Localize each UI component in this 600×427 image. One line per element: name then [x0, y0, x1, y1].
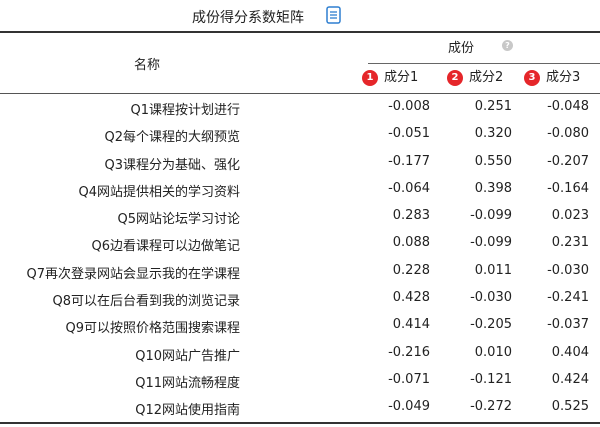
cell-value: -0.064 — [388, 180, 430, 196]
copy-document-icon[interactable] — [326, 6, 342, 24]
row-name: Q3课程分为基础、强化 — [104, 157, 240, 173]
cell-value: -0.216 — [388, 344, 430, 360]
cell-value: 0.023 — [551, 208, 589, 224]
row-name: Q12网站使用指南 — [135, 403, 240, 419]
column-header-1: 1 成分1 — [362, 68, 418, 88]
row-name: Q6边看课程可以边做笔记 — [91, 239, 240, 255]
table-row: Q10网站广告推广 -0.216 0.010 0.404 — [0, 340, 600, 367]
row-name: Q2每个课程的大纲预览 — [104, 130, 240, 146]
cell-value: 0.011 — [474, 262, 512, 278]
table-row: Q4网站提供相关的学习资料 -0.064 0.398 -0.164 — [0, 176, 600, 203]
cell-value: 0.320 — [474, 126, 512, 142]
table-bottom-border — [0, 422, 600, 424]
row-name: Q8可以在后台看到我的浏览记录 — [52, 294, 240, 310]
header-group-label: 成份 — [448, 41, 475, 56]
table-row: Q6边看课程可以边做笔记 0.088 -0.099 0.231 — [0, 230, 600, 257]
table-title: 成份得分系数矩阵 — [192, 10, 304, 26]
badge-1: 1 — [362, 69, 378, 86]
cell-value: -0.207 — [547, 153, 589, 169]
row-name: Q5网站论坛学习讨论 — [117, 212, 240, 228]
cell-value: -0.071 — [388, 371, 430, 387]
cell-value: 0.414 — [392, 317, 430, 333]
cell-value: -0.037 — [547, 317, 589, 333]
cell-value: -0.205 — [470, 317, 512, 333]
badge-3: 3 — [524, 69, 540, 86]
table-row: Q1课程按计划进行 -0.008 0.251 -0.048 — [0, 94, 600, 121]
help-circle-icon[interactable]: ? — [502, 40, 513, 51]
cell-value: 0.404 — [551, 344, 589, 360]
column-header-3: 3 成分3 — [524, 68, 580, 88]
cell-value: -0.121 — [470, 371, 512, 387]
cell-value: -0.080 — [547, 126, 589, 142]
table-row: Q11网站流畅程度 -0.071 -0.121 0.424 — [0, 367, 600, 394]
cell-value: -0.008 — [388, 99, 430, 114]
row-name: Q9可以按照价格范围搜索课程 — [65, 321, 240, 337]
table-row: Q8可以在后台看到我的浏览记录 0.428 -0.030 -0.241 — [0, 285, 600, 312]
row-name: Q10网站广告推广 — [135, 348, 240, 364]
cell-value: 0.525 — [551, 399, 589, 415]
cell-value: -0.030 — [470, 290, 512, 306]
table-row: Q3课程分为基础、强化 -0.177 0.550 -0.207 — [0, 149, 600, 176]
table-row: Q12网站使用指南 -0.049 -0.272 0.525 — [0, 394, 600, 421]
cell-value: -0.099 — [470, 208, 512, 224]
table-body: Q1课程按计划进行 -0.008 0.251 -0.048 Q2每个课程的大纲预览 -0… — [0, 94, 600, 422]
column-label-3: 成分3 — [546, 70, 581, 85]
group-divider — [368, 63, 600, 64]
cell-value: -0.051 — [388, 126, 430, 142]
cell-value: 0.424 — [551, 371, 589, 387]
column-label-2: 成分2 — [469, 70, 504, 85]
row-name: Q11网站流畅程度 — [135, 375, 240, 391]
cell-value: 0.251 — [474, 99, 512, 114]
cell-value: -0.164 — [547, 180, 589, 196]
table-title-bar: 成份得分系数矩阵 — [0, 0, 600, 30]
cell-value: 0.550 — [474, 153, 512, 169]
column-label-1: 成分1 — [384, 70, 419, 85]
cell-value: -0.177 — [388, 153, 430, 169]
cell-value: 0.088 — [392, 235, 430, 251]
row-name: Q1课程按计划进行 — [130, 103, 240, 118]
table-top-border — [0, 31, 600, 33]
cell-value: 0.228 — [392, 262, 430, 278]
cell-value: 0.398 — [474, 180, 512, 196]
header-name: 名称 — [133, 58, 160, 73]
cell-value: -0.049 — [388, 399, 430, 415]
column-header-2: 2 成分2 — [447, 68, 503, 88]
cell-value: 0.231 — [551, 235, 589, 251]
table-row: Q5网站论坛学习讨论 0.283 -0.099 0.023 — [0, 203, 600, 230]
cell-value: -0.099 — [470, 235, 512, 251]
cell-value: 0.010 — [474, 344, 512, 360]
cell-value: -0.030 — [547, 262, 589, 278]
cell-value: 0.283 — [392, 208, 430, 224]
row-name: Q7再次登录网站会显示我的在学课程 — [26, 266, 240, 282]
table-row: Q7再次登录网站会显示我的在学课程 0.228 0.011 -0.030 — [0, 258, 600, 285]
row-name: Q4网站提供相关的学习资料 — [78, 184, 240, 200]
cell-value: 0.428 — [392, 290, 430, 306]
table-row: Q9可以按照价格范围搜索课程 0.414 -0.205 -0.037 — [0, 312, 600, 339]
badge-2: 2 — [447, 69, 463, 86]
cell-value: -0.048 — [547, 99, 589, 114]
cell-value: -0.241 — [547, 290, 589, 306]
table-row: Q2每个课程的大纲预览 -0.051 0.320 -0.080 — [0, 121, 600, 148]
cell-value: -0.272 — [470, 399, 512, 415]
